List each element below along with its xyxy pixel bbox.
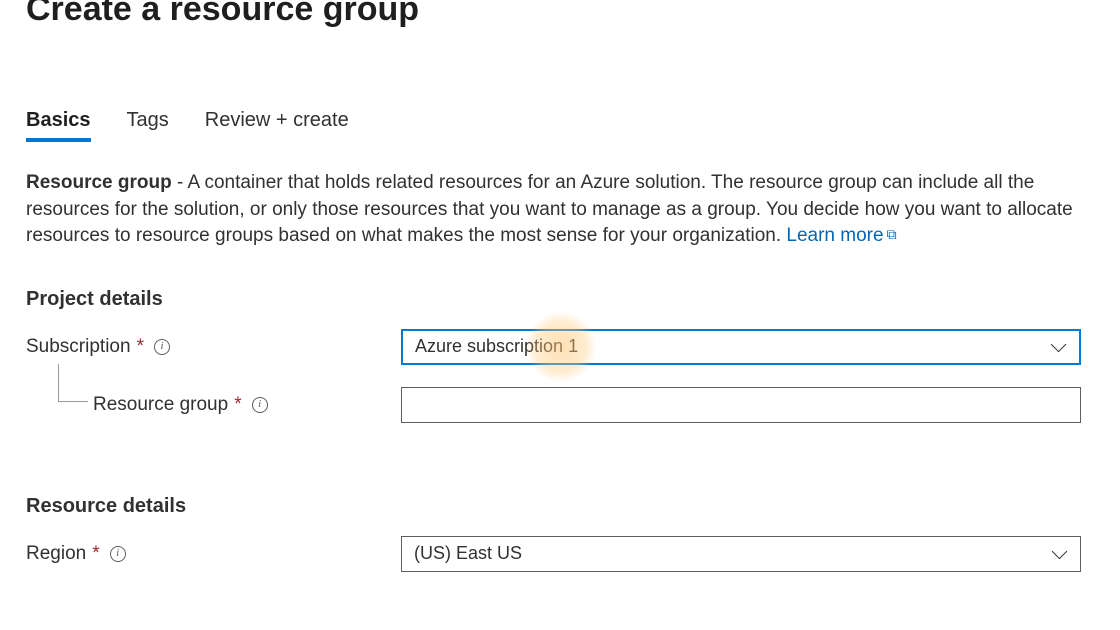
tab-review-create[interactable]: Review + create (205, 109, 349, 142)
region-dropdown[interactable]: (US) East US (401, 536, 1081, 572)
tab-basics[interactable]: Basics (26, 109, 91, 142)
page-title: Create a resource group (26, 0, 1094, 29)
region-label: Region * i (26, 543, 401, 565)
chevron-down-icon (1051, 342, 1067, 352)
tree-connector-icon (58, 364, 88, 402)
tabs-bar: Basics Tags Review + create (26, 109, 1094, 142)
subscription-row: Subscription * i Azure subscription 1 (26, 329, 1094, 365)
resource-group-row: Resource group * i (26, 387, 1094, 423)
region-value: (US) East US (414, 543, 522, 564)
description-label: Resource group (26, 172, 172, 193)
resource-group-label: Resource group * i (26, 394, 401, 416)
subscription-label: Subscription * i (26, 336, 401, 358)
info-icon[interactable]: i (252, 397, 268, 413)
external-link-icon: ⧉ (887, 225, 897, 245)
info-icon[interactable]: i (110, 546, 126, 562)
description-body: - A container that holds related resourc… (26, 172, 1073, 246)
project-details-heading: Project details (26, 288, 1094, 311)
required-indicator: * (92, 543, 99, 565)
resource-group-input[interactable] (401, 387, 1081, 423)
region-row: Region * i (US) East US (26, 536, 1094, 572)
chevron-down-icon (1052, 549, 1068, 559)
tab-tags[interactable]: Tags (127, 109, 169, 142)
description-text: Resource group - A container that holds … (26, 170, 1076, 250)
resource-details-heading: Resource details (26, 495, 1094, 518)
subscription-dropdown[interactable]: Azure subscription 1 (401, 329, 1081, 365)
required-indicator: * (234, 394, 241, 416)
learn-more-link[interactable]: Learn more⧉ (786, 225, 896, 246)
subscription-value: Azure subscription 1 (415, 336, 578, 357)
info-icon[interactable]: i (154, 339, 170, 355)
required-indicator: * (137, 336, 144, 358)
